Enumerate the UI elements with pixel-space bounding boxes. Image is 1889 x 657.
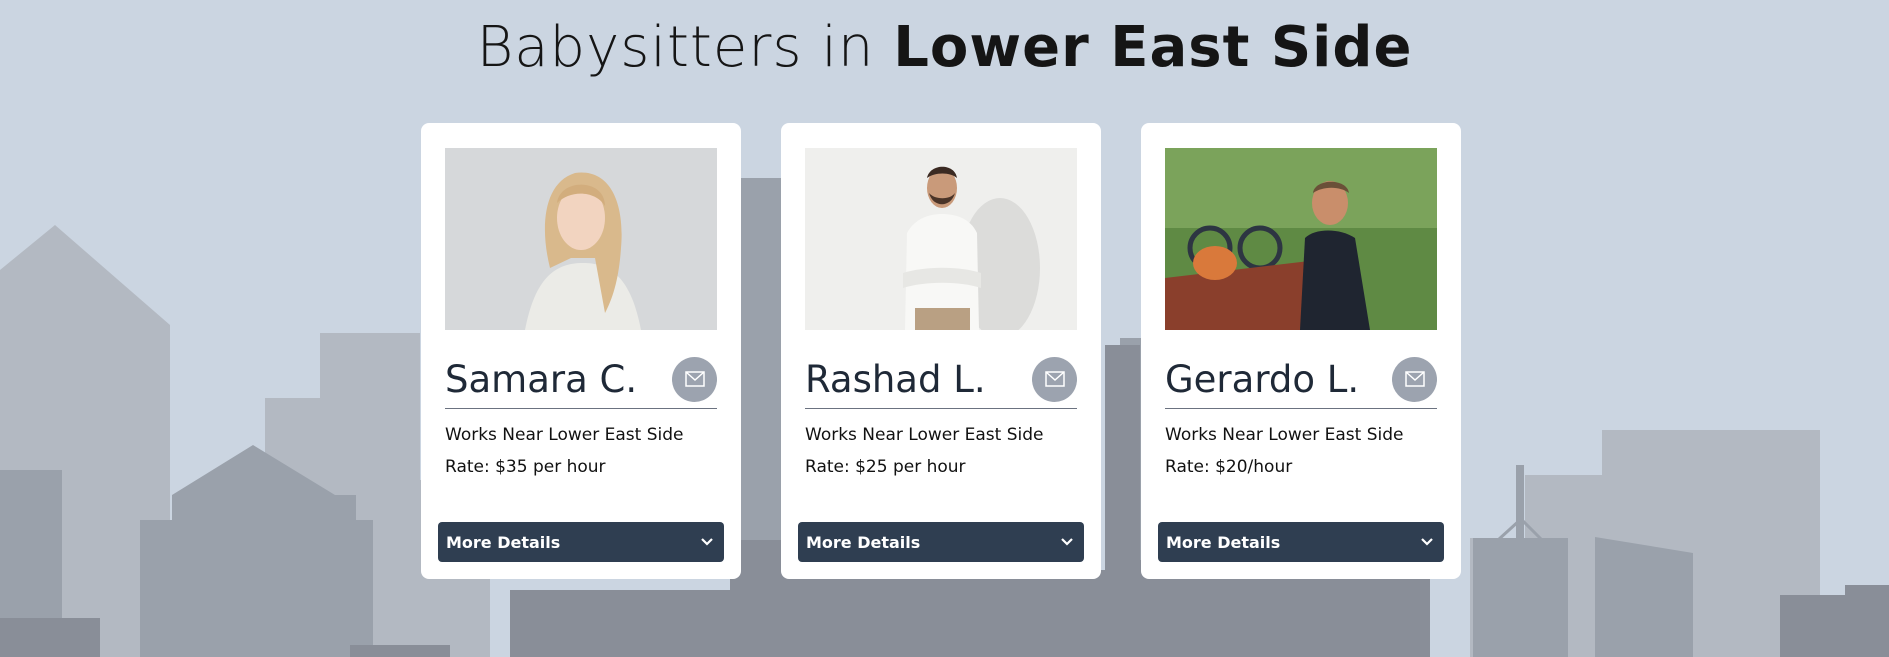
- sitter-card-list: Samara C. Works Near Lower East Side Rat…: [421, 123, 1461, 579]
- sitter-name: Samara C.: [445, 357, 638, 401]
- sitter-card: Gerardo L. Works Near Lower East Side Ra…: [1141, 123, 1461, 579]
- sitter-info: Works Near Lower East Side Rate: $35 per…: [445, 419, 717, 483]
- more-details-button[interactable]: More Details: [438, 522, 724, 562]
- sitter-photo: [1165, 148, 1437, 330]
- more-details-label: More Details: [806, 532, 921, 552]
- more-details-label: More Details: [446, 532, 561, 552]
- more-details-button[interactable]: More Details: [798, 522, 1084, 562]
- sitter-photo: [445, 148, 717, 330]
- page-title-prefix: Babysitters in: [476, 15, 875, 80]
- sitter-works-near: Works Near Lower East Side: [1165, 425, 1404, 445]
- page-title: Babysitters in Lower East Side: [0, 12, 1889, 84]
- message-button[interactable]: [1032, 356, 1077, 402]
- sitter-name: Gerardo L.: [1165, 357, 1360, 401]
- sitter-name-row: Gerardo L.: [1165, 354, 1437, 409]
- envelope-icon: [1044, 371, 1065, 387]
- page-title-location: Lower East Side: [893, 15, 1413, 80]
- chevron-down-icon: [1421, 538, 1433, 546]
- sitter-works-near: Works Near Lower East Side: [445, 425, 684, 445]
- sitter-name-row: Samara C.: [445, 354, 717, 409]
- sitter-card: Samara C. Works Near Lower East Side Rat…: [421, 123, 741, 579]
- sitter-name-row: Rashad L.: [805, 354, 1077, 409]
- chevron-down-icon: [1061, 538, 1073, 546]
- sitter-name: Rashad L.: [805, 357, 986, 401]
- chevron-down-icon: [701, 538, 713, 546]
- sitter-rate: Rate: $35 per hour: [445, 457, 606, 477]
- message-button[interactable]: [1392, 356, 1437, 402]
- sitter-photo: [805, 148, 1077, 330]
- envelope-icon: [1404, 371, 1425, 387]
- sitter-works-near: Works Near Lower East Side: [805, 425, 1044, 445]
- sitter-info: Works Near Lower East Side Rate: $25 per…: [805, 419, 1077, 483]
- sitter-rate: Rate: $20/hour: [1165, 457, 1293, 477]
- envelope-icon: [684, 371, 705, 387]
- sitter-info: Works Near Lower East Side Rate: $20/hou…: [1165, 419, 1437, 483]
- sitter-card: Rashad L. Works Near Lower East Side Rat…: [781, 123, 1101, 579]
- message-button[interactable]: [672, 356, 717, 402]
- more-details-label: More Details: [1166, 532, 1281, 552]
- more-details-button[interactable]: More Details: [1158, 522, 1444, 562]
- sitter-rate: Rate: $25 per hour: [805, 457, 966, 477]
